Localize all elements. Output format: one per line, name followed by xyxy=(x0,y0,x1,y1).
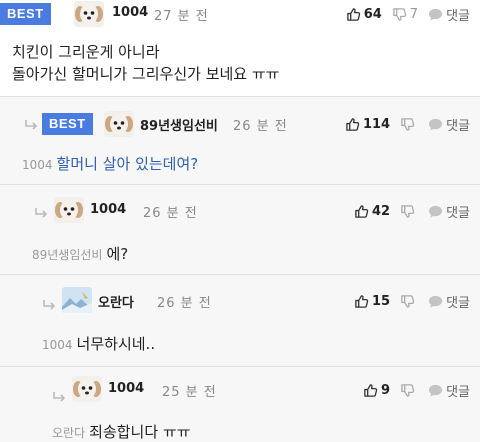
comment-text: 죄송합니다 ㅠㅠ xyxy=(89,423,191,441)
comment-actions: 114 댓글 xyxy=(335,115,470,134)
comment-actions: 64 7 댓글 xyxy=(336,5,470,24)
puppy-avatar-icon[interactable] xyxy=(74,1,104,27)
comment-body: 치킨이 그리운게 아니라 돌아가신 할머니가 그리우신가 보네요 ㅠㅠ xyxy=(12,41,279,85)
thumbs-up-icon xyxy=(363,383,378,398)
thumbs-down-icon xyxy=(400,117,415,132)
speech-bubble-icon xyxy=(428,7,443,22)
like-count: 114 xyxy=(362,117,391,132)
thumbs-up-icon xyxy=(354,204,369,219)
reply-button[interactable]: 댓글 xyxy=(428,202,470,221)
thumbs-down-icon xyxy=(400,383,415,398)
reply-button[interactable]: 댓글 xyxy=(428,115,470,134)
reply-arrow-icon xyxy=(24,119,38,131)
mention[interactable]: 1004 xyxy=(42,338,73,352)
reply-label: 댓글 xyxy=(446,9,470,24)
puppy-avatar-icon[interactable] xyxy=(104,111,134,137)
comment-body: 1004 너무하시네.. xyxy=(42,333,155,356)
comment-body: 89년생임선비 에? xyxy=(32,243,128,266)
comment-3: 1004 26 분 전 42 댓글 89년생임선비 에? xyxy=(0,184,480,274)
like-count: 15 xyxy=(371,294,391,309)
timestamp: 27 분 전 xyxy=(154,9,209,24)
reply-button[interactable]: 댓글 xyxy=(428,292,470,311)
like-count: 42 xyxy=(371,204,391,219)
thumbs-down-icon xyxy=(400,294,415,309)
like-count: 64 xyxy=(363,7,382,22)
comment-body: 오란다 죄송합니다 ㅠㅠ xyxy=(52,421,191,442)
puppy-avatar-icon[interactable] xyxy=(72,376,102,402)
timestamp: 26 분 전 xyxy=(143,206,198,221)
reply-label: 댓글 xyxy=(446,119,470,134)
speech-bubble-icon xyxy=(428,383,443,398)
like-button[interactable]: 114 xyxy=(345,117,390,132)
reply-arrow-icon xyxy=(34,207,48,219)
nickname[interactable]: 오란다 xyxy=(98,292,134,311)
comment-actions: 15 댓글 xyxy=(344,292,470,311)
nickname[interactable]: 1004 xyxy=(90,202,126,217)
thumbs-down-icon xyxy=(400,204,415,219)
puppy-avatar-icon[interactable] xyxy=(54,197,84,223)
speech-bubble-icon xyxy=(428,204,443,219)
comment-4: 오란다 26 분 전 15 댓글 1004 너무하시네.. xyxy=(0,274,480,366)
comment-text: 에? xyxy=(106,245,129,263)
thumbs-up-icon xyxy=(345,117,360,132)
reply-label: 댓글 xyxy=(446,206,470,221)
comment-line: 돌아가신 할머니가 그리우신가 보네요 ㅠㅠ xyxy=(12,65,280,83)
timestamp: 26 분 전 xyxy=(233,119,288,134)
like-button[interactable]: 64 xyxy=(346,7,382,22)
best-badge: BEST xyxy=(42,113,93,135)
reply-button[interactable]: 댓글 xyxy=(428,381,470,400)
mention[interactable]: 오란다 xyxy=(52,426,85,440)
comment-5: 1004 25 분 전 9 댓글 오란다 죄송합니다 ㅠㅠ xyxy=(0,366,480,442)
dislike-button[interactable] xyxy=(400,117,418,132)
like-button[interactable]: 9 xyxy=(363,383,390,398)
comment-text: 너무하시네.. xyxy=(76,335,156,353)
comment-actions: 9 댓글 xyxy=(353,381,470,400)
speech-bubble-icon xyxy=(428,117,443,132)
like-count: 9 xyxy=(381,383,391,398)
reply-button[interactable]: 댓글 xyxy=(428,5,470,24)
dislike-button[interactable] xyxy=(400,294,418,309)
reply-label: 댓글 xyxy=(446,385,470,400)
timestamp: 26 분 전 xyxy=(157,296,212,311)
nickname[interactable]: 1004 xyxy=(112,5,148,20)
reply-label: 댓글 xyxy=(446,296,470,311)
reply-arrow-icon xyxy=(42,299,56,311)
reply-arrow-icon xyxy=(52,391,66,403)
timestamp: 25 분 전 xyxy=(162,385,217,400)
comment-text: 할머니 살아 있는데여? xyxy=(56,155,199,173)
mention[interactable]: 1004 xyxy=(22,158,53,172)
dislike-count: 7 xyxy=(409,7,419,22)
nickname[interactable]: 89년생임선비 xyxy=(140,115,218,134)
speech-bubble-icon xyxy=(428,294,443,309)
dislike-button[interactable] xyxy=(400,204,418,219)
thumbs-up-icon xyxy=(354,294,369,309)
best-badge: BEST xyxy=(0,3,51,25)
comment-actions: 42 댓글 xyxy=(344,202,470,221)
comment-2: BEST 89년생임선비 26 분 전 114 댓글 1004 할머니 살아 있는… xyxy=(0,96,480,184)
dislike-button[interactable] xyxy=(400,383,418,398)
comment-body: 1004 할머니 살아 있는데여? xyxy=(22,153,198,176)
thumbs-down-icon xyxy=(392,7,407,22)
comment-header: BEST 1004 27 분 전 64 7 댓글 xyxy=(0,0,480,28)
comment-line: 치킨이 그리운게 아니라 xyxy=(12,43,160,61)
comment-1: BEST 1004 27 분 전 64 7 댓글 치킨이 그리운게 아니라 돌아… xyxy=(0,0,480,92)
nickname[interactable]: 1004 xyxy=(108,381,144,396)
like-button[interactable]: 42 xyxy=(354,204,390,219)
mention[interactable]: 89년생임선비 xyxy=(32,248,102,262)
thumbs-up-icon xyxy=(346,7,361,22)
dislike-button[interactable]: 7 xyxy=(392,7,418,22)
landscape-avatar-icon[interactable] xyxy=(62,287,92,313)
like-button[interactable]: 15 xyxy=(354,294,390,309)
